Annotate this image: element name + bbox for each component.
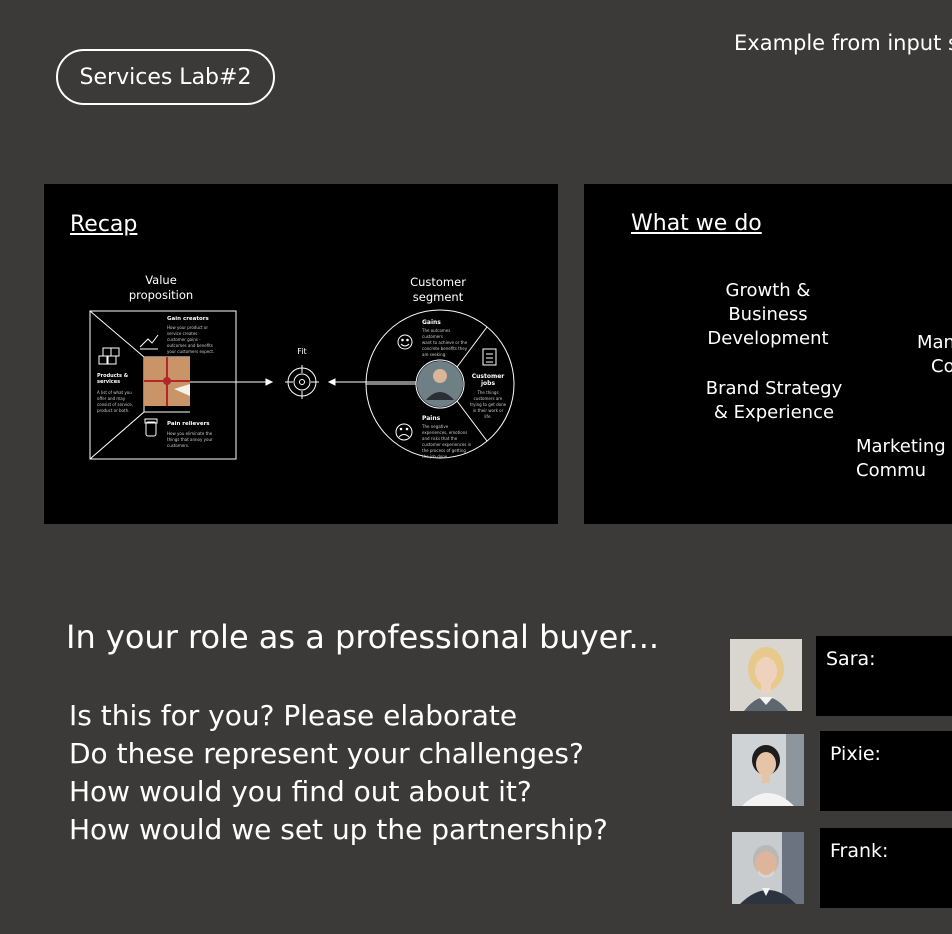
pixie-photo [732, 734, 804, 806]
question-item: Do these represent your challenges? [69, 737, 584, 770]
service-brand-strategy: Brand Strategy & Experience [705, 378, 843, 423]
what-we-do-slide[interactable]: What we do Growth & Business Development… [584, 184, 952, 524]
pain-relievers-title: Pain relievers [167, 421, 210, 427]
question-item: How would we set up the partnership? [69, 813, 608, 846]
frank-answer-box[interactable]: Frank: [820, 828, 952, 908]
svg-text:The negative: The negative [421, 424, 449, 429]
svg-text:life.: life. [484, 414, 491, 419]
session-pill-button[interactable]: Services Lab#2 [56, 49, 275, 105]
customer-jobs-desc: The things customers are trying to get d… [470, 390, 507, 419]
gains-title: Gains [422, 319, 441, 326]
canvas: Example from input ses Services Lab#2 Re… [0, 0, 952, 934]
svg-text:things that annoy your: things that annoy your [167, 437, 213, 442]
value-proposition-canvas-diagram: Value proposition Gain creators How your… [89, 273, 515, 460]
fit-label: Fit [297, 347, 306, 356]
svg-text:customers are: customers are [474, 396, 503, 401]
products-icon [98, 347, 120, 365]
svg-text:are seeking.: are seeking. [422, 352, 447, 357]
frank-avatar [732, 832, 804, 904]
sara-photo [730, 639, 802, 711]
svg-text:customers.: customers. [167, 443, 189, 448]
svg-text:offer and may: offer and may [97, 396, 126, 401]
svg-text:The things: The things [476, 390, 498, 395]
svg-text:customer gains -: customer gains - [167, 337, 201, 342]
svg-text:in their work or: in their work or [473, 408, 504, 413]
products-services-title-line2: services [97, 379, 120, 385]
frank-photo [732, 832, 804, 904]
svg-text:the process of getting: the process of getting [422, 448, 466, 453]
svg-text:How your product or: How your product or [167, 325, 208, 330]
svg-text:The outcomes: The outcomes [421, 328, 450, 333]
svg-text:service creates: service creates [167, 331, 197, 336]
svg-text:want to achieve or the: want to achieve or the [422, 340, 468, 345]
gift-image [144, 357, 190, 406]
value-prop-title-line2: proposition [129, 288, 193, 302]
customer-photo [417, 361, 463, 407]
pains-title: Pains [422, 415, 441, 422]
question-item: How would you find out about it? [69, 775, 532, 808]
svg-text:A list of what you: A list of what you [97, 390, 132, 395]
customer-segment-title-line2: segment [413, 290, 464, 304]
frown-icon [395, 423, 413, 441]
clipboard-icon [482, 348, 497, 366]
gain-creators-title: Gain creators [167, 316, 209, 322]
svg-text:concrete benefits they: concrete benefits they [422, 346, 468, 351]
session-note: Example from input ses [734, 31, 952, 55]
pain-relievers-desc: How you eliminate the things that annoy … [167, 431, 213, 448]
gain-creators-desc: How your product or service creates cust… [167, 325, 214, 354]
customer-segment-title: Customer [410, 275, 466, 289]
svg-text:customers: customers [422, 334, 443, 339]
question-item: Is this for you? Please elaborate [69, 699, 518, 732]
customer-jobs-title: Customer [472, 373, 505, 380]
sara-avatar [730, 639, 802, 711]
pill-bottle-icon [144, 418, 158, 437]
svg-text:the job done.: the job done. [422, 454, 448, 459]
prompt-heading: In your role as a professional buyer... [66, 618, 660, 656]
smile-icon [397, 334, 413, 350]
service-management: Mana Con [917, 332, 952, 377]
svg-text:outcomes and benefits: outcomes and benefits [167, 343, 213, 348]
svg-text:trying to get done: trying to get done [470, 402, 507, 407]
svg-text:How you eliminate the: How you eliminate the [167, 431, 213, 436]
svg-text:experiences, emotions: experiences, emotions [422, 430, 467, 435]
service-growth: Growth & Business Development [707, 280, 829, 349]
products-services-desc: A list of what you offer and may consist… [97, 390, 133, 413]
svg-text:consist of service,: consist of service, [97, 402, 133, 407]
chart-icon [139, 334, 159, 350]
customer-jobs-title-line2: jobs [480, 380, 495, 387]
target-icon [285, 365, 319, 399]
svg-text:product or both.: product or both. [97, 408, 129, 413]
svg-text:customer experiences in: customer experiences in [422, 442, 472, 447]
svg-text:your customers expect.: your customers expect. [167, 349, 214, 354]
sara-answer-box[interactable]: Sara: [816, 636, 952, 716]
svg-text:and risks that the: and risks that the [422, 436, 458, 441]
pixie-avatar [732, 734, 804, 806]
recap-slide[interactable]: Recap Value proposition Gain creators Ho… [44, 184, 558, 524]
value-prop-title: Value [145, 273, 177, 287]
gains-desc: The outcomes customers want to achieve o… [421, 328, 468, 357]
service-marketing: Marketing & Commu [856, 436, 952, 481]
what-we-do-title: What we do [631, 211, 762, 236]
pixie-answer-box[interactable]: Pixie: [820, 731, 952, 811]
question-list: Is this for you? Please elaborate Do the… [69, 697, 608, 849]
